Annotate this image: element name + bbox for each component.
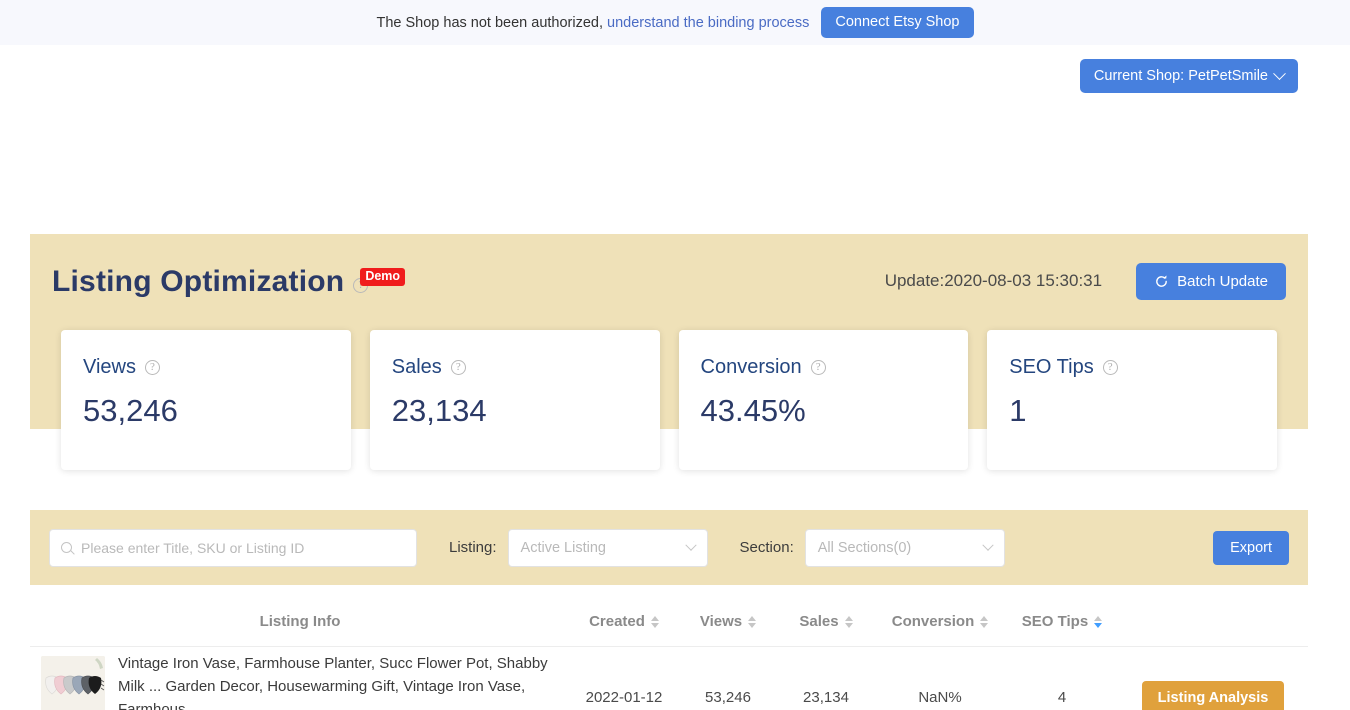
notice-text: The Shop has not been authorized, (376, 15, 603, 31)
stat-card-conversion: Conversion ? 43.45% (679, 330, 969, 470)
cell-views: 53,246 (678, 689, 778, 706)
export-button[interactable]: Export (1213, 531, 1289, 565)
sort-toggle-views[interactable] (748, 616, 756, 628)
caret-up-icon (748, 616, 756, 621)
product-thumbnail-face-masks[interactable] (41, 656, 105, 710)
stat-value: 43.45% (701, 393, 969, 429)
search-icon (61, 542, 72, 553)
refresh-icon (1154, 274, 1169, 289)
cell-sales: 23,134 (778, 689, 874, 706)
column-header-views[interactable]: Views (678, 613, 778, 630)
listing-title[interactable]: Vintage Iron Vase, Farmhouse Planter, Su… (118, 653, 570, 710)
sort-toggle-conversion[interactable] (980, 616, 988, 628)
stat-label: SEO Tips (1009, 356, 1093, 379)
stat-value: 53,246 (83, 393, 351, 429)
section-filter-select[interactable]: All Sections(0) (805, 529, 1005, 567)
notice-bar: The Shop has not been authorized, unders… (0, 0, 1350, 45)
caret-up-icon (651, 616, 659, 621)
shop-selector-row: Current Shop: PetPetSmile (0, 45, 1350, 107)
sort-toggle-created[interactable] (651, 616, 659, 628)
cell-actions: Listing Analysis (1118, 681, 1308, 710)
listings-table: Listing Info Created Views Sales (30, 597, 1308, 710)
column-label: Created (589, 613, 645, 630)
filter-bar: Listing: Active Listing Section: All Sec… (30, 510, 1308, 585)
listing-filter-value: Active Listing (521, 540, 606, 556)
chevron-down-icon (1273, 67, 1286, 80)
chevron-down-icon (982, 539, 993, 550)
stat-card-sales: Sales ? 23,134 (370, 330, 660, 470)
section-filter-value: All Sections(0) (818, 540, 911, 556)
stat-value: 23,134 (392, 393, 660, 429)
demo-badge: Demo (360, 268, 405, 287)
search-box[interactable] (49, 529, 417, 567)
search-input[interactable] (81, 540, 405, 556)
cell-conversion: NaN% (874, 689, 1006, 706)
batch-update-label: Batch Update (1177, 273, 1268, 290)
column-header-listing-info: Listing Info (30, 613, 570, 630)
stat-cards: Views ? 53,246 Sales ? 23,134 Conversion… (61, 330, 1277, 470)
caret-down-icon (845, 623, 853, 628)
caret-up-icon (845, 616, 853, 621)
stat-label: Views (83, 356, 136, 379)
binding-process-link[interactable]: understand the binding process (607, 15, 809, 31)
cell-seo-tips: 4 (1006, 689, 1118, 706)
listing-analysis-button[interactable]: Listing Analysis (1142, 681, 1285, 710)
page-title-group: Listing Optimization ? Demo (52, 265, 405, 298)
column-header-sales[interactable]: Sales (778, 613, 874, 630)
question-mark-icon[interactable]: ? (1103, 360, 1118, 375)
caret-down-icon (748, 623, 756, 628)
column-header-created[interactable]: Created (570, 613, 678, 630)
listing-filter-label: Listing: (449, 539, 497, 556)
page-title: Listing Optimization (52, 265, 344, 298)
caret-down-icon (651, 623, 659, 628)
column-label: Conversion (892, 613, 975, 630)
stat-value: 1 (1009, 393, 1277, 429)
current-shop-dropdown[interactable]: Current Shop: PetPetSmile (1080, 59, 1298, 93)
chevron-down-icon (685, 539, 696, 550)
sort-toggle-seo-tips[interactable] (1094, 616, 1102, 628)
caret-up-icon (1094, 616, 1102, 621)
question-mark-icon[interactable]: ? (145, 360, 160, 375)
connect-etsy-shop-button[interactable]: Connect Etsy Shop (821, 7, 973, 38)
question-mark-icon[interactable]: ? (811, 360, 826, 375)
column-label: SEO Tips (1022, 613, 1088, 630)
stat-card-views: Views ? 53,246 (61, 330, 351, 470)
stat-label: Sales (392, 356, 442, 379)
stat-card-seo-tips: SEO Tips ? 1 (987, 330, 1277, 470)
table-row: Vintage Iron Vase, Farmhouse Planter, Su… (30, 647, 1308, 710)
column-label: Listing Info (260, 613, 341, 630)
caret-up-icon (980, 616, 988, 621)
question-mark-icon[interactable]: ? (451, 360, 466, 375)
caret-down-icon (980, 623, 988, 628)
column-header-seo-tips[interactable]: SEO Tips (1006, 613, 1118, 630)
last-update-text: Update:2020-08-03 15:30:31 (885, 271, 1102, 291)
sort-toggle-sales[interactable] (845, 616, 853, 628)
caret-down-icon (1094, 623, 1102, 628)
listing-filter-select[interactable]: Active Listing (508, 529, 708, 567)
current-shop-label: Current Shop: PetPetSmile (1094, 68, 1268, 84)
column-header-conversion[interactable]: Conversion (874, 613, 1006, 630)
cell-listing-info: Vintage Iron Vase, Farmhouse Planter, Su… (30, 647, 570, 710)
batch-update-button[interactable]: Batch Update (1136, 263, 1286, 300)
column-label: Views (700, 613, 742, 630)
table-header-row: Listing Info Created Views Sales (30, 597, 1308, 647)
cell-created: 2022-01-12 (570, 689, 678, 706)
section-filter-label: Section: (740, 539, 794, 556)
column-label: Sales (799, 613, 838, 630)
stat-label: Conversion (701, 356, 802, 379)
